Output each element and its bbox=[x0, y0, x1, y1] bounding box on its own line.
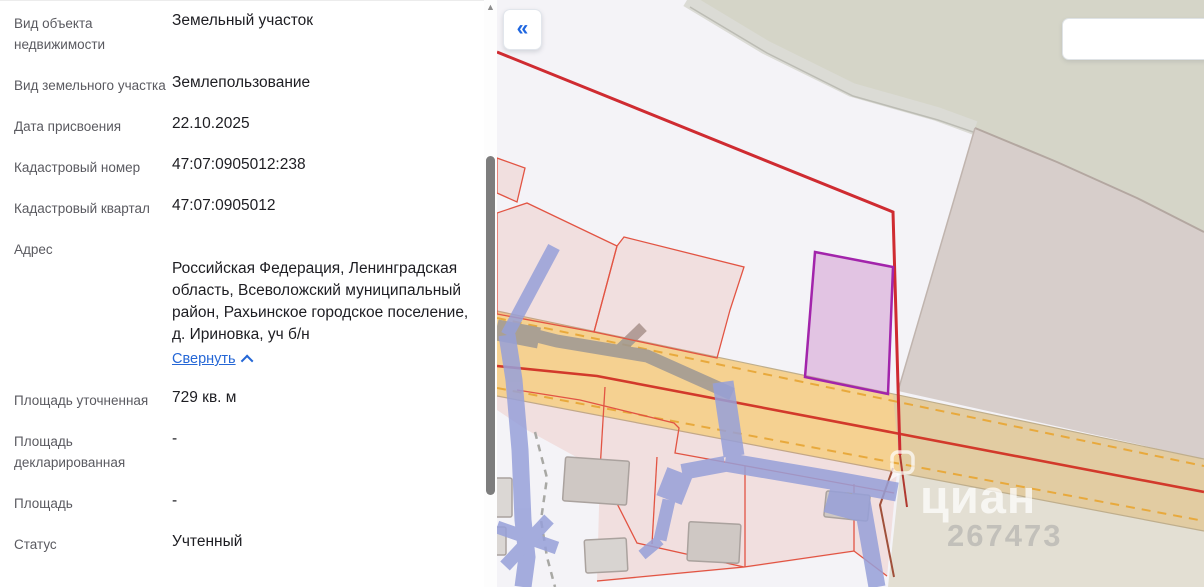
field-value: - bbox=[172, 430, 178, 447]
parcel-info-panel: Вид объекта недвижимости Земельный участ… bbox=[0, 0, 484, 587]
field-label: Статус bbox=[14, 537, 57, 552]
field-parcel-kind: Вид земельного участка Землепользование bbox=[0, 72, 484, 96]
field-label: Площадь bbox=[14, 496, 73, 511]
building bbox=[583, 537, 629, 574]
field-value: Российская Федерация, Ленинградская обла… bbox=[172, 236, 474, 370]
field-value: 22.10.2025 bbox=[172, 115, 250, 132]
field-label: Дата присвоения bbox=[14, 119, 122, 134]
status-value: Учтенный bbox=[172, 533, 243, 550]
field-label: Кадастровый квартал bbox=[14, 201, 150, 216]
double-chevron-left-icon: « bbox=[516, 16, 529, 40]
field-label: Площадь уточненная bbox=[14, 393, 149, 408]
scrollbar-up-arrow-icon[interactable]: ▲ bbox=[485, 2, 496, 12]
field-address: Адрес Российская Федерация, Ленинградска… bbox=[0, 236, 484, 370]
scrollbar-thumb[interactable] bbox=[486, 156, 495, 495]
map-search-input[interactable] bbox=[1062, 18, 1204, 60]
watermark-number: 267473 bbox=[947, 518, 1062, 553]
collapse-panel-button[interactable]: « bbox=[503, 9, 542, 50]
field-status: Статус Учтенный bbox=[0, 531, 484, 555]
selected-parcel[interactable] bbox=[803, 250, 895, 396]
field-object-kind: Вид объекта недвижимости Земельный участ… bbox=[0, 10, 484, 55]
panel-scrollbar[interactable]: ▲ bbox=[484, 0, 497, 587]
field-area: Площадь - bbox=[0, 490, 484, 514]
field-label: Кадастровый номер bbox=[14, 160, 141, 175]
field-label: Вид земельного участка bbox=[14, 78, 166, 93]
cadastral-map[interactable]: циан 267473 « bbox=[497, 0, 1204, 587]
field-cadastral-quarter: Кадастровый квартал 47:07:0905012 bbox=[0, 195, 484, 219]
chevron-up-icon bbox=[240, 354, 254, 367]
field-value: Землепользование bbox=[172, 74, 311, 91]
field-cadastral-number: Кадастровый номер 47:07:0905012:238 bbox=[0, 154, 484, 178]
collapse-link-label[interactable]: Свернуть bbox=[172, 348, 236, 370]
field-label: Адрес bbox=[14, 242, 53, 257]
field-value: 47:07:0905012:238 bbox=[172, 156, 306, 173]
field-assignment-date: Дата присвоения 22.10.2025 bbox=[0, 113, 484, 137]
collapse-address-link[interactable]: Свернуть bbox=[172, 348, 254, 370]
cadastral-map-page: Вид объекта недвижимости Земельный участ… bbox=[0, 0, 1204, 587]
map-canvas[interactable]: циан 267473 bbox=[497, 0, 1204, 587]
watermark-brand: циан bbox=[920, 470, 1036, 523]
field-value: - bbox=[172, 492, 178, 509]
address-text: Российская Федерация, Ленинградская обла… bbox=[172, 260, 469, 343]
building bbox=[497, 477, 513, 518]
building bbox=[686, 521, 742, 564]
building bbox=[561, 456, 631, 506]
field-area-declared: Площадь декларированная - bbox=[0, 428, 484, 473]
field-label: Вид объекта недвижимости bbox=[14, 16, 106, 52]
field-area-refined: Площадь уточненная 729 кв. м bbox=[0, 387, 484, 411]
field-label: Площадь декларированная bbox=[14, 434, 126, 470]
field-value: Земельный участок bbox=[172, 12, 314, 29]
field-value: 47:07:0905012 bbox=[172, 197, 276, 214]
field-value: 729 кв. м bbox=[172, 389, 237, 406]
